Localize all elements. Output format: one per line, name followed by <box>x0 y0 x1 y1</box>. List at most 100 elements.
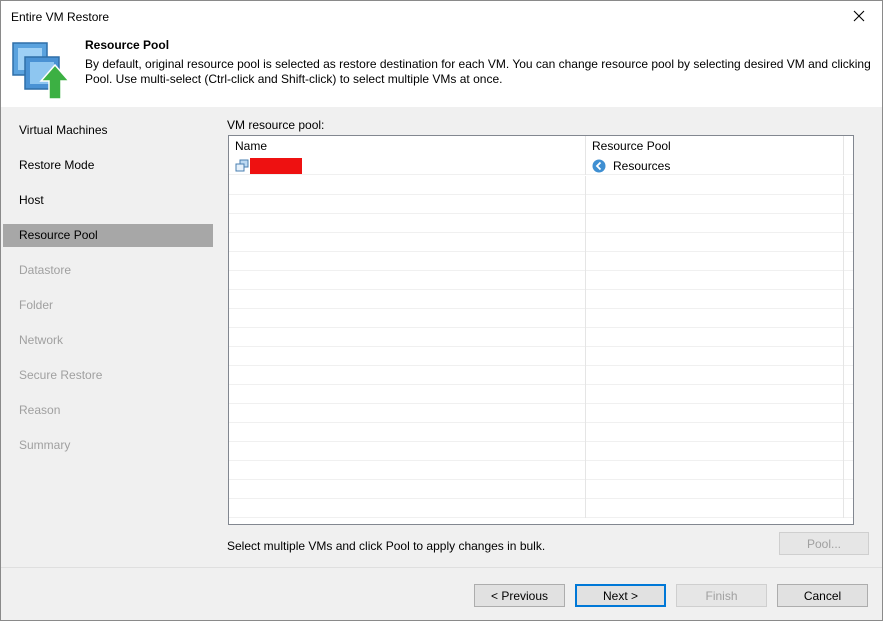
empty-grid-cell <box>229 461 586 480</box>
empty-grid-row <box>229 404 853 423</box>
wizard-header: Resource Pool By default, original resou… <box>1 33 882 107</box>
empty-grid-row <box>229 366 853 385</box>
column-header-name[interactable]: Name <box>229 136 586 156</box>
close-button[interactable] <box>836 1 882 33</box>
wizard-steps-sidebar: Virtual Machines Restore Mode Host Resou… <box>3 107 213 567</box>
page-description: By default, original resource pool is se… <box>85 57 871 86</box>
cell-filler <box>844 156 853 175</box>
empty-grid-cell <box>229 442 586 461</box>
empty-grid-cell <box>229 499 586 518</box>
empty-grid-cell <box>586 442 844 461</box>
empty-grid-cell <box>844 385 853 404</box>
empty-grid-row <box>229 328 853 347</box>
empty-grid-cell <box>229 176 586 195</box>
previous-button[interactable]: < Previous <box>474 584 565 607</box>
empty-grid-cell <box>229 347 586 366</box>
cancel-button[interactable]: Cancel <box>777 584 868 607</box>
step-folder: Folder <box>19 298 54 312</box>
empty-grid-cell <box>229 233 586 252</box>
empty-grid-cell <box>229 290 586 309</box>
empty-grid-cell <box>844 499 853 518</box>
empty-grid-cell <box>586 480 844 499</box>
next-button[interactable]: Next > <box>575 584 666 607</box>
resource-pool-icon <box>592 159 606 173</box>
empty-grid-row <box>229 176 853 195</box>
title-bar: Entire VM Restore <box>1 1 882 33</box>
step-datastore: Datastore <box>19 263 72 277</box>
empty-grid-cell <box>229 195 586 214</box>
empty-grid-cell <box>586 423 844 442</box>
empty-grid-cell <box>844 252 853 271</box>
empty-grid-cell <box>844 271 853 290</box>
column-header-filler <box>844 136 853 156</box>
empty-grid-cell <box>229 385 586 404</box>
table-row[interactable]: Resources <box>229 156 853 175</box>
empty-grid-cell <box>229 214 586 233</box>
empty-grid-cell <box>586 214 844 233</box>
empty-grid-cell <box>844 480 853 499</box>
vm-resource-pool-grid[interactable]: Name Resource Pool Resources <box>228 135 854 525</box>
empty-grid-cell <box>229 271 586 290</box>
empty-grid-cell <box>229 404 586 423</box>
empty-grid-row <box>229 252 853 271</box>
empty-grid-cell <box>586 366 844 385</box>
empty-grid-cell <box>844 290 853 309</box>
grid-header: Name Resource Pool <box>229 136 853 156</box>
empty-grid-cell <box>586 195 844 214</box>
step-virtual-machines[interactable]: Virtual Machines <box>3 119 213 142</box>
empty-grid-cell <box>229 366 586 385</box>
main-content: VM resource pool: Name Resource Pool Res… <box>213 107 882 567</box>
step-summary: Summary <box>19 438 71 452</box>
empty-grid-cell <box>844 347 853 366</box>
bulk-hint-text: Select multiple VMs and click Pool to ap… <box>227 539 546 553</box>
empty-grid-cell <box>844 195 853 214</box>
empty-grid-cell <box>586 233 844 252</box>
step-network: Network <box>19 333 64 347</box>
empty-grid-cell <box>844 366 853 385</box>
step-reason: Reason <box>19 403 61 417</box>
empty-grid-cell <box>586 385 844 404</box>
empty-grid-row <box>229 347 853 366</box>
empty-grid-cell <box>586 328 844 347</box>
step-secure-restore: Secure Restore <box>19 368 103 382</box>
step-host[interactable]: Host <box>3 189 213 212</box>
column-header-resource-pool[interactable]: Resource Pool <box>586 136 844 156</box>
empty-grid-cell <box>586 347 844 366</box>
empty-grid-row <box>229 480 853 499</box>
empty-grid-cell <box>844 423 853 442</box>
restore-vm-icon <box>11 37 75 101</box>
empty-grid-cell <box>229 328 586 347</box>
empty-grid-row <box>229 309 853 328</box>
step-resource-pool[interactable]: Resource Pool <box>3 224 213 247</box>
empty-grid-cell <box>586 309 844 328</box>
empty-grid-cell <box>229 252 586 271</box>
vm-icon <box>235 159 249 173</box>
pool-button[interactable]: Pool... <box>779 532 869 555</box>
empty-grid-cell <box>844 176 853 195</box>
empty-grid-row <box>229 233 853 252</box>
step-restore-mode[interactable]: Restore Mode <box>3 154 213 177</box>
empty-grid-cell <box>229 480 586 499</box>
resource-pool-name: Resources <box>613 158 671 173</box>
empty-grid-cell <box>586 404 844 423</box>
empty-grid-row <box>229 499 853 518</box>
cell-vm-name <box>229 156 586 175</box>
empty-grid-cell <box>844 404 853 423</box>
redacted-vm-name <box>250 157 302 174</box>
entire-vm-restore-window: Entire VM Restore Resource Pool By defau… <box>0 0 883 621</box>
empty-grid-cell <box>229 309 586 328</box>
empty-grid-cell <box>586 252 844 271</box>
empty-grid-row <box>229 461 853 480</box>
empty-grid-cell <box>586 176 844 195</box>
empty-grid-row <box>229 271 853 290</box>
empty-grid-row <box>229 290 853 309</box>
empty-grid-row <box>229 195 853 214</box>
empty-grid-cell <box>844 214 853 233</box>
finish-button[interactable]: Finish <box>676 584 767 607</box>
empty-grid-row <box>229 214 853 233</box>
window-title: Entire VM Restore <box>11 10 110 24</box>
empty-grid-cell <box>844 461 853 480</box>
empty-grid-row <box>229 385 853 404</box>
close-icon <box>853 10 865 25</box>
empty-grid-cell <box>844 309 853 328</box>
